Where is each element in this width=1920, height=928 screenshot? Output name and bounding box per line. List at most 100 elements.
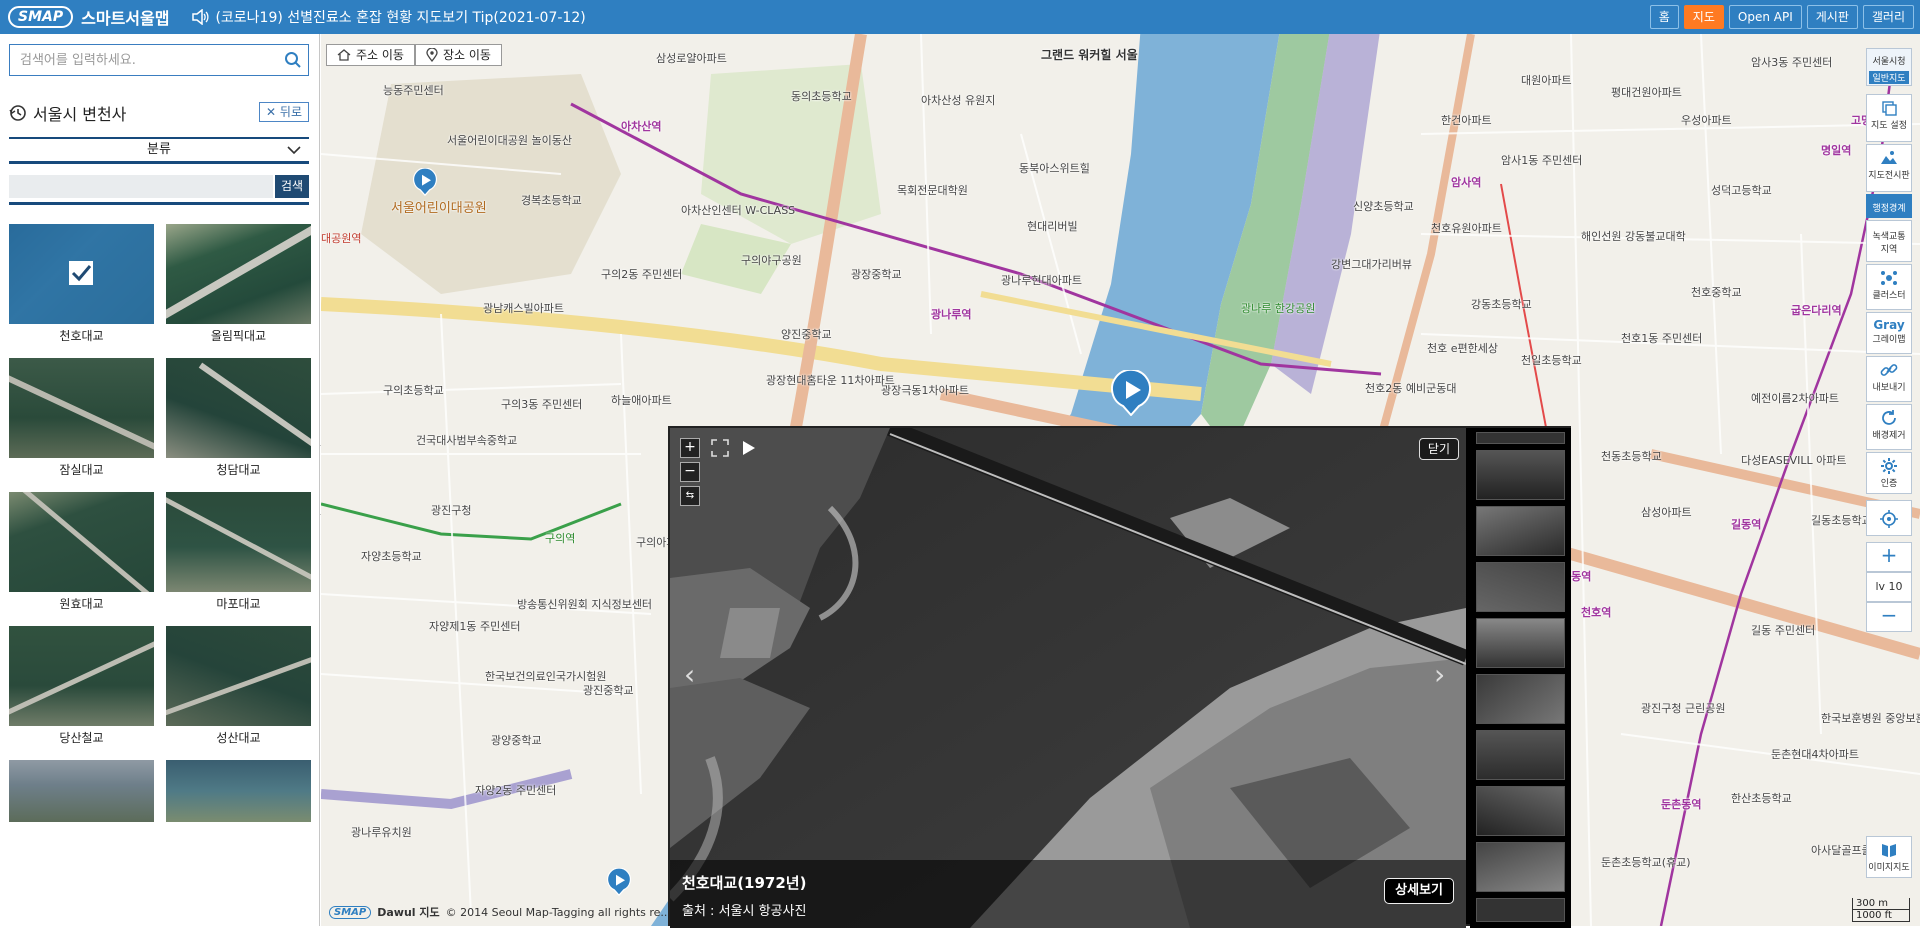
map-label: 아차산성 유원지	[921, 94, 996, 107]
back-label: 뒤로	[279, 105, 302, 119]
chevron-down-icon	[287, 146, 301, 155]
map-label: 구의역	[545, 532, 576, 545]
map-label: 구의2동 주민센터	[601, 268, 683, 281]
thumbnail-item[interactable]: 성산대교	[166, 626, 311, 746]
toolbar-general-map: 일반지도	[1869, 71, 1909, 84]
map-label: 암사역	[1451, 176, 1482, 189]
thumbnail-image	[166, 626, 311, 726]
map-label: 한국보훈병원 중앙보훈	[1821, 712, 1920, 725]
strip-thumbnail[interactable]	[1476, 432, 1565, 444]
toolbar-cluster[interactable]: 클러스터	[1866, 264, 1912, 310]
fullscreen-icon[interactable]	[710, 438, 730, 458]
map-label: 길동초등학교	[1811, 514, 1872, 527]
strip-thumbnail[interactable]	[1476, 562, 1565, 612]
thumbnail-label: 잠실대교	[59, 463, 104, 477]
thumbnail-strip	[1470, 428, 1571, 928]
tab-place-label: 장소 이동	[442, 48, 491, 62]
toolbar-auth[interactable]: 인증	[1866, 452, 1912, 494]
layers-icon	[1882, 101, 1897, 116]
toolbar-map-type[interactable]: 서울시청 일반지도	[1866, 48, 1912, 86]
nav-open-api[interactable]: Open API	[1728, 5, 1802, 29]
search-box	[9, 44, 309, 76]
tab-address-move[interactable]: 주소 이동	[326, 44, 415, 66]
back-button[interactable]: ✕ 뒤로	[259, 102, 309, 122]
nav-home[interactable]: 홈	[1649, 5, 1679, 29]
strip-thumbnail[interactable]	[1476, 618, 1565, 668]
strip-thumbnail[interactable]	[1476, 450, 1565, 500]
play-marker-icon[interactable]	[1111, 370, 1151, 416]
map-label: 우성아파트	[1681, 114, 1732, 127]
scale-bar: 300 m 1000 ft	[1852, 898, 1910, 922]
map-label: 광진구청 근린공원	[1641, 702, 1726, 715]
play-icon[interactable]	[740, 438, 758, 458]
strip-thumbnail[interactable]	[1476, 506, 1565, 556]
strip-thumbnail[interactable]	[1476, 898, 1565, 922]
search-input[interactable]	[10, 45, 270, 75]
toolbar-label: 그레이맵	[1872, 335, 1906, 345]
detail-button[interactable]: 상세보기	[1384, 878, 1454, 904]
toolbar-admin-boundary[interactable]: 행정경계	[1866, 194, 1912, 218]
toolbar-image-map[interactable]: 이미지지도	[1866, 836, 1912, 878]
thumbnail-label: 원효대교	[59, 597, 104, 611]
prev-arrow-icon[interactable]: ‹	[684, 658, 695, 691]
thumbnail-item[interactable]: 당산철교	[9, 626, 154, 746]
filter-search-button[interactable]: 검색	[275, 175, 309, 198]
toolbar-label: 행정경계	[1872, 204, 1906, 214]
thumbnail-label: 청담대교	[216, 463, 261, 477]
thumbnail-item[interactable]	[166, 760, 311, 822]
rotate-button[interactable]: ⇆	[680, 486, 700, 506]
zoom-in-map-button[interactable]: +	[1866, 542, 1912, 572]
thumbnail-item[interactable]: 마포대교	[166, 492, 311, 612]
next-arrow-icon[interactable]: ›	[1434, 658, 1445, 691]
notice-banner[interactable]: (코로나19) 선별진료소 혼잡 현황 지도보기 Tip(2021-07-12)	[191, 7, 586, 27]
thumbnail-item[interactable]: 천호대교	[9, 224, 154, 344]
zoom-in-button[interactable]: +	[680, 438, 700, 458]
toolbar-label: 클러스터	[1872, 291, 1906, 301]
thumbnail-item[interactable]: 잠실대교	[9, 358, 154, 478]
toolbar-green-zone[interactable]: 녹색교통지역	[1866, 220, 1912, 262]
strip-thumbnail[interactable]	[1476, 786, 1565, 836]
footer-brand-text: Dawul 지도	[377, 904, 439, 920]
strip-thumbnail[interactable]	[1476, 842, 1565, 892]
home-icon	[337, 49, 351, 61]
zoom-out-button[interactable]: −	[680, 462, 700, 482]
aerial-photo[interactable]: + − ⇆ ‹ › 천호대교(1972년) 출처 : 서울시 항공사진 상세보기	[670, 428, 1466, 928]
nav-map[interactable]: 지도	[1683, 5, 1724, 29]
category-select[interactable]: 분류	[9, 137, 309, 164]
logo[interactable]: SMAP 스마트서울맵	[8, 5, 169, 29]
viewer-close-button[interactable]: 닫기	[1418, 438, 1459, 460]
toolbar-export[interactable]: 내보내기	[1866, 356, 1912, 402]
scale-metric: 300 m	[1852, 898, 1910, 910]
nav-gallery[interactable]: 갤러리	[1862, 5, 1914, 29]
toolbar-map-board[interactable]: 지도전시판	[1866, 144, 1912, 192]
map-label: 능동주민센터	[383, 84, 444, 97]
zoom-out-map-button[interactable]: −	[1866, 602, 1912, 632]
map-label: 길동역	[1731, 518, 1762, 531]
map-label: 둔촌동역	[1661, 798, 1702, 811]
nav-board[interactable]: 게시판	[1806, 5, 1858, 29]
thumbnail-item[interactable]	[9, 760, 154, 822]
filter-input[interactable]	[9, 175, 273, 198]
logo-text: 스마트서울맵	[81, 9, 170, 28]
thumbnail-item[interactable]: 청담대교	[166, 358, 311, 478]
search-icon[interactable]	[284, 51, 302, 69]
map-move-tabs: 주소 이동 장소 이동	[326, 44, 502, 66]
category-label: 분류	[147, 142, 171, 157]
play-marker-icon[interactable]	[607, 868, 631, 896]
thumbnail-item[interactable]: 원효대교	[9, 492, 154, 612]
location-pin-icon	[426, 48, 438, 62]
play-marker-icon[interactable]	[413, 168, 437, 196]
toolbar-my-location[interactable]	[1866, 500, 1912, 536]
thumbnail-image	[9, 358, 154, 458]
map-label: 예전이름2차아파트	[1751, 392, 1839, 405]
toolbar-gray-map[interactable]: Gray 그레이맵	[1866, 312, 1912, 354]
book-icon	[1882, 844, 1896, 857]
strip-thumbnail[interactable]	[1476, 730, 1565, 780]
toolbar-bg-remove[interactable]: 배경제거	[1866, 404, 1912, 450]
toolbar-map-settings[interactable]: 지도 설정	[1866, 94, 1912, 142]
copyright-text: © 2014 Seoul Map-Tagging all rights re..…	[445, 905, 671, 919]
thumbnail-item[interactable]: 올림픽대교	[166, 224, 311, 344]
tab-place-move[interactable]: 장소 이동	[414, 44, 502, 66]
strip-thumbnail[interactable]	[1476, 674, 1565, 724]
map-label: 광양중학교	[491, 734, 542, 747]
